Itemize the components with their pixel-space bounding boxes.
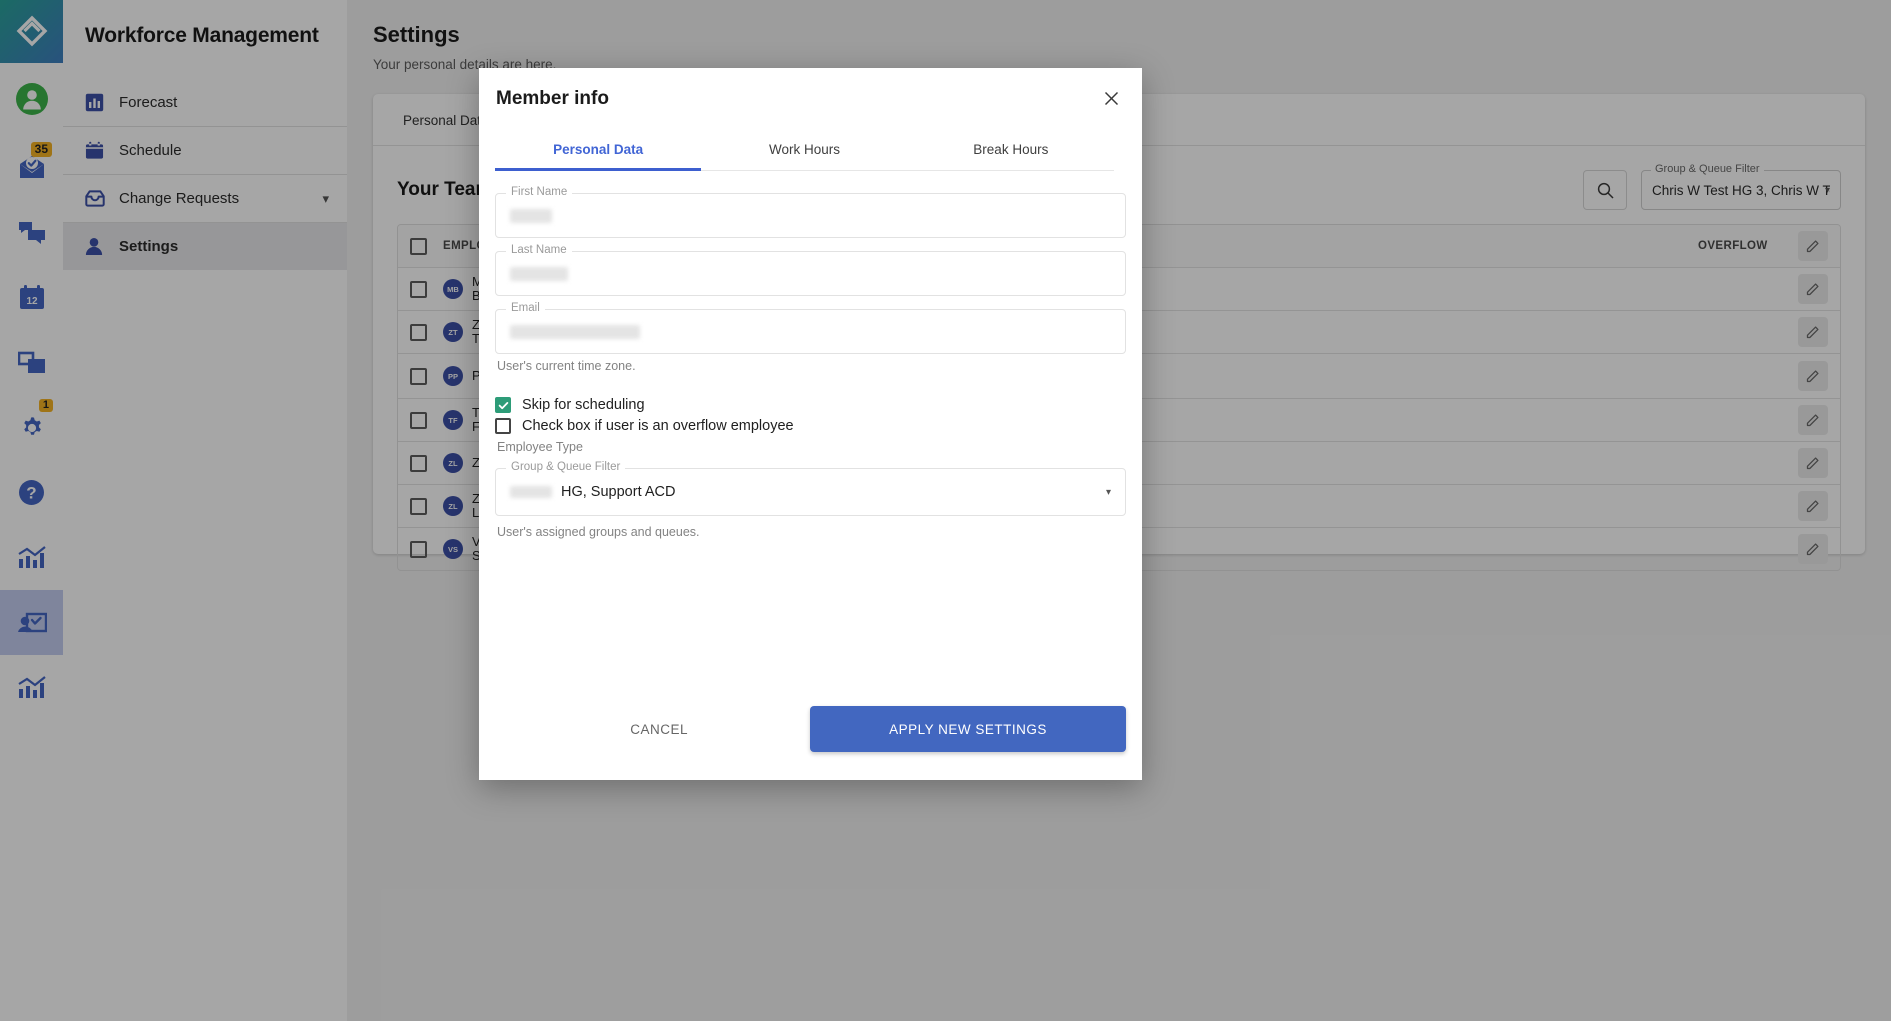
apply-new-settings-button[interactable]: APPLY NEW SETTINGS (810, 706, 1126, 752)
skip-for-scheduling-row[interactable]: Skip for scheduling (495, 397, 1126, 413)
cancel-button[interactable]: CANCEL (600, 708, 718, 751)
group-queue-filter-legend: Group & Queue Filter (506, 461, 625, 473)
chevron-down-icon[interactable]: ▾ (1106, 487, 1111, 498)
dialog-header: Member info Personal Data Work Hours Bre… (479, 68, 1142, 171)
app-root: 35 12 (0, 0, 1891, 1021)
skip-for-scheduling-label: Skip for scheduling (522, 397, 645, 413)
timezone-help-text: User's current time zone. (497, 359, 1126, 373)
last-name-label: Last Name (506, 244, 572, 256)
group-queue-text: HG, Support ACD (561, 484, 675, 500)
first-name-label: First Name (506, 186, 572, 198)
group-queue-filter-select[interactable]: Group & Queue Filter HG, Support ACD ▾ (495, 468, 1126, 516)
tab-break-hours[interactable]: Break Hours (908, 130, 1114, 170)
overflow-employee-checkbox[interactable] (495, 418, 511, 434)
overflow-employee-label: Check box if user is an overflow employe… (522, 418, 794, 434)
dialog-body: First Name Last Name Email User's curren… (479, 171, 1142, 706)
group-queue-filter-value: HG, Support ACD (510, 484, 675, 500)
first-name-value-redacted (510, 209, 552, 223)
email-field[interactable]: Email (495, 309, 1126, 354)
last-name-field[interactable]: Last Name (495, 251, 1126, 296)
check-icon (498, 400, 509, 411)
group-queue-help-text: User's assigned groups and queues. (497, 525, 1126, 539)
tab-work-hours[interactable]: Work Hours (701, 130, 907, 170)
tab-personal-data[interactable]: Personal Data (495, 130, 701, 170)
group-queue-prefix-redacted (510, 486, 552, 498)
close-icon[interactable] (1098, 85, 1124, 111)
dialog-tab-bar: Personal Data Work Hours Break Hours (495, 130, 1114, 171)
skip-for-scheduling-checkbox[interactable] (495, 397, 511, 413)
overflow-employee-row[interactable]: Check box if user is an overflow employe… (495, 418, 1126, 434)
dialog-footer: CANCEL APPLY NEW SETTINGS (479, 706, 1142, 780)
last-name-value-redacted (510, 267, 568, 281)
email-value-redacted (510, 325, 640, 339)
dialog-title: Member info (495, 88, 1114, 110)
member-info-dialog: Member info Personal Data Work Hours Bre… (479, 68, 1142, 780)
email-label: Email (506, 302, 545, 314)
first-name-field[interactable]: First Name (495, 193, 1126, 238)
employee-type-label: Employee Type (497, 440, 1126, 454)
